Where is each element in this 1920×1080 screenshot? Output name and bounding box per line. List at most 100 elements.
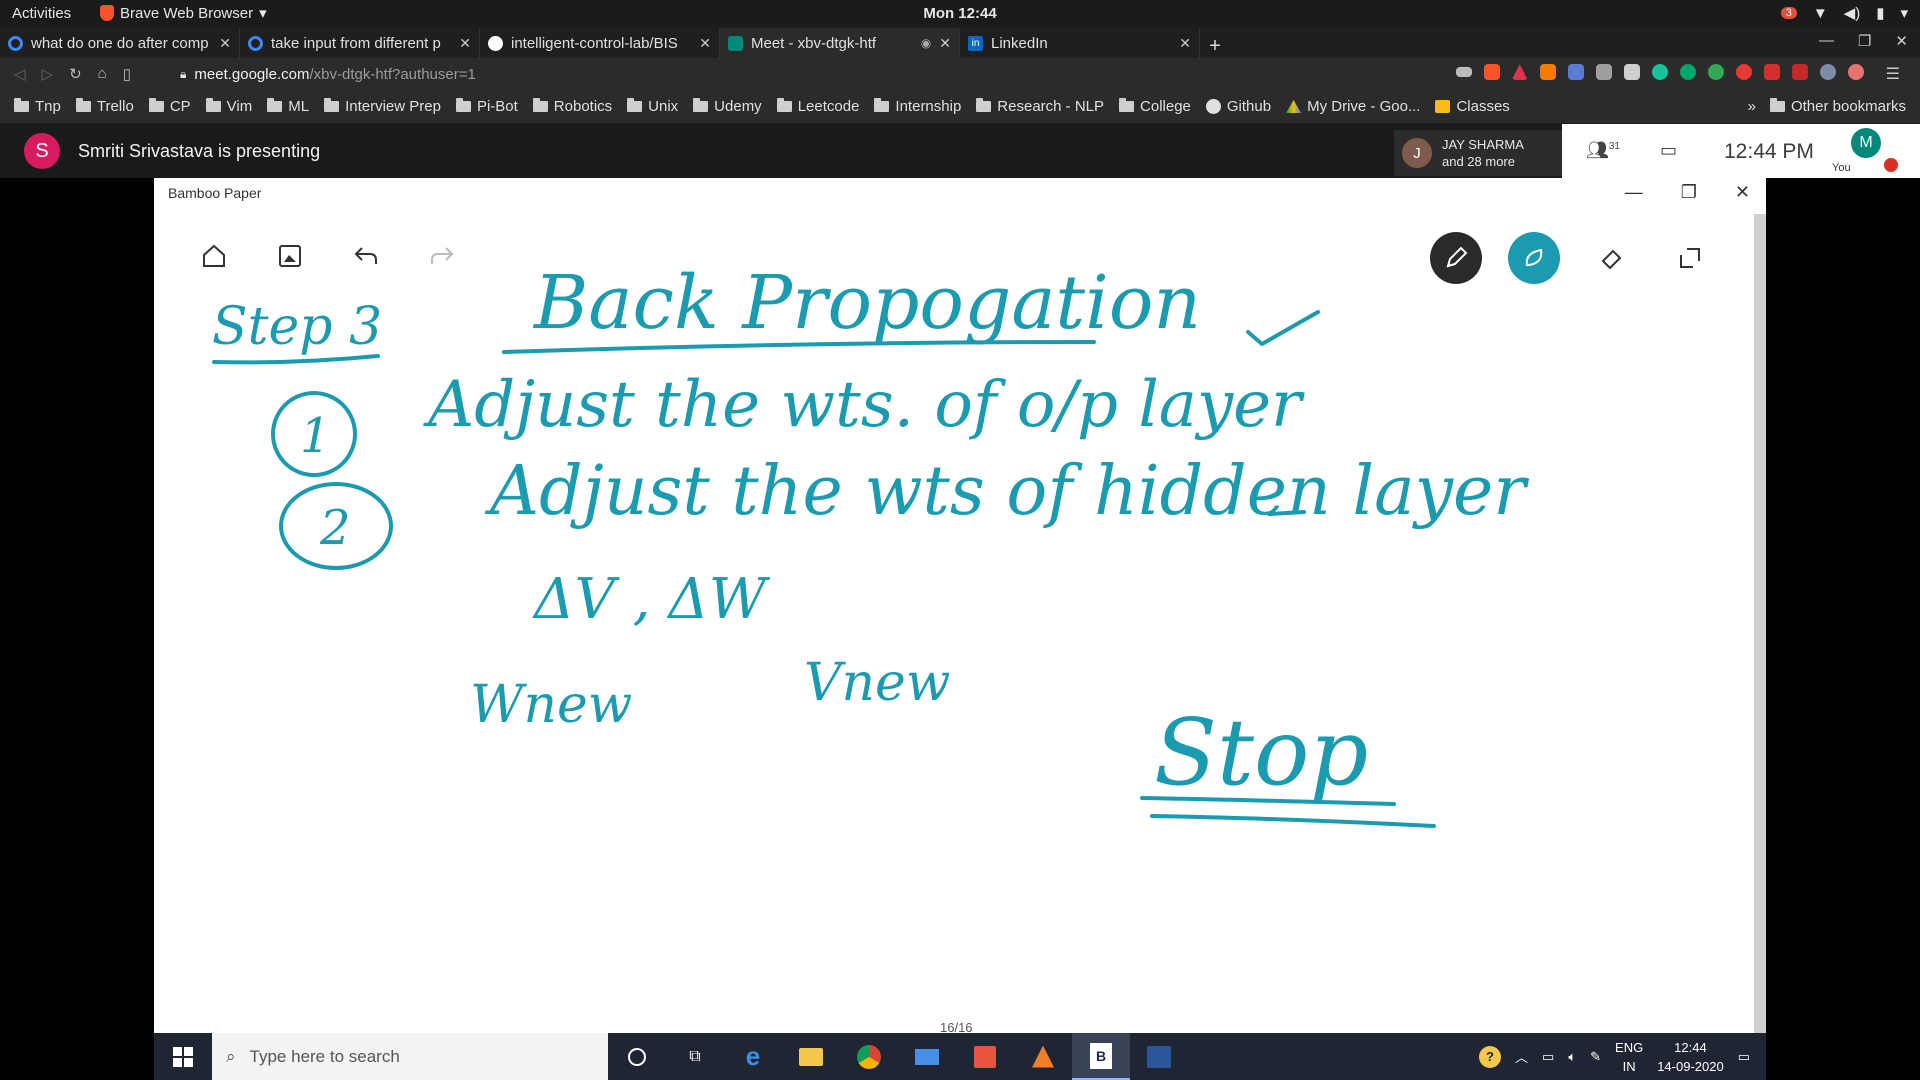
task-view-icon[interactable]: ⧉ [666, 1033, 724, 1080]
bookmark-folder[interactable]: Internship [874, 98, 961, 115]
home-icon[interactable] [198, 240, 230, 272]
participant-preview[interactable]: J JAY SHARMA and 28 more [1394, 130, 1562, 176]
volume-icon[interactable]: 🔈︎ [1568, 1049, 1576, 1065]
bookmark-folder[interactable]: Interview Prep [324, 98, 441, 115]
bamboo-paper-taskbar-icon[interactable]: B [1072, 1033, 1130, 1080]
extension-icon[interactable] [1819, 64, 1836, 80]
taskbar-search[interactable]: ⌕ Type here to search [212, 1033, 608, 1080]
home-icon[interactable]: ⌂ [98, 65, 107, 83]
add-extension-icon[interactable] [1707, 64, 1724, 80]
pen-tool-icon[interactable] [1430, 232, 1482, 284]
extension-icon[interactable] [1623, 64, 1640, 80]
vertical-scrollbar[interactable] [1754, 214, 1766, 1033]
battery-icon[interactable]: ▭ [1542, 1049, 1554, 1065]
activities-button[interactable]: Activities [0, 5, 100, 22]
browser-tab[interactable]: in LinkedIn ✕ [960, 28, 1200, 58]
extension-icon[interactable] [1539, 64, 1556, 80]
new-tab-button[interactable]: + [1200, 35, 1230, 58]
bookmark-link[interactable]: My Drive - Goo... [1286, 98, 1420, 115]
language-indicator[interactable]: ENG IN [1615, 1038, 1643, 1076]
system-clock[interactable]: Mon 12:44 [923, 5, 996, 22]
back-icon[interactable]: ◁ [14, 65, 26, 83]
system-tray[interactable]: 3 ▼ ◀) ▮ ▾ [1780, 4, 1908, 22]
ink-color-icon[interactable] [1508, 232, 1560, 284]
bookmark-folder[interactable]: Tnp [14, 98, 61, 115]
shield-icon[interactable] [1791, 64, 1808, 80]
redo-icon[interactable] [426, 240, 458, 272]
grammarly-icon[interactable] [1651, 64, 1668, 80]
bookmark-link[interactable]: Classes [1435, 98, 1510, 115]
edge-icon[interactable]: e [724, 1033, 782, 1080]
bookmark-folder[interactable]: Pi-Bot [455, 98, 518, 115]
extension-icon[interactable] [1735, 64, 1752, 80]
eraser-icon[interactable] [1586, 242, 1638, 274]
menu-icon[interactable]: ☰ [1886, 64, 1900, 84]
folder-icon [1119, 98, 1135, 112]
bookmarks-overflow-button[interactable]: » [1748, 98, 1756, 115]
image-icon[interactable] [274, 240, 306, 272]
undo-icon[interactable] [350, 240, 382, 272]
windows-start-icon[interactable] [154, 1033, 212, 1080]
bookmark-folder[interactable]: Leetcode [776, 98, 859, 115]
bookmark-folder[interactable]: CP [148, 98, 191, 115]
browser-tab[interactable]: intelligent-control-lab/BIS ✕ [480, 28, 720, 58]
grammarly-icon[interactable] [1679, 64, 1696, 80]
file-explorer-icon[interactable] [782, 1033, 840, 1080]
bookmark-folder[interactable]: Research - NLP [976, 98, 1104, 115]
nav-buttons: ◁ ▷ ↻ ⌂ ▯ [0, 65, 180, 83]
other-bookmarks-folder[interactable]: Other bookmarks [1769, 98, 1906, 115]
app-menu[interactable]: Brave Web Browser ▾ [100, 4, 267, 22]
extension-icon[interactable] [1847, 64, 1864, 80]
bookmark-folder[interactable]: Robotics [532, 98, 612, 115]
action-center-icon[interactable]: ▭ [1738, 1049, 1750, 1065]
show-hidden-icons[interactable]: ︿ [1515, 1047, 1528, 1066]
bookmark-icon[interactable]: ▯ [123, 65, 131, 83]
help-icon[interactable]: ? [1479, 1045, 1501, 1068]
browser-tab-active[interactable]: Meet - xbv-dtgk-htf ◉ ✕ [720, 28, 960, 58]
close-tab-icon[interactable]: ✕ [1179, 35, 1191, 52]
close-window-icon[interactable]: ✕ [1895, 32, 1908, 50]
expand-icon[interactable] [1664, 242, 1716, 274]
bookmark-folder[interactable]: Unix [627, 98, 678, 115]
word-icon[interactable] [1130, 1033, 1188, 1080]
search-placeholder: Type here to search [249, 1046, 400, 1066]
close-tab-icon[interactable]: ✕ [459, 35, 471, 52]
self-tile[interactable]: M You [1832, 128, 1898, 174]
minimize-icon[interactable]: — [1819, 32, 1834, 50]
camera-icon[interactable] [1455, 67, 1472, 77]
bookmark-folder[interactable]: ML [267, 98, 309, 115]
address-bar[interactable]: 🔒︎ meet.google.com /xbv-dtgk-htf?authuse… [180, 66, 1380, 83]
bookmark-folder[interactable]: College [1119, 98, 1191, 115]
bookmark-folder[interactable]: Udemy [693, 98, 762, 115]
brave-shields-icon[interactable] [1483, 64, 1500, 80]
reload-icon[interactable]: ↻ [69, 65, 82, 83]
close-icon[interactable]: ✕ [1735, 182, 1750, 203]
handwriting-canvas[interactable]: Step 3 Back Propogation 1 Adjust the wts… [154, 214, 1754, 1033]
close-tab-icon[interactable]: ✕ [939, 35, 951, 52]
browser-tab[interactable]: take input from different p ✕ [240, 28, 480, 58]
taskbar-clock[interactable]: 12:44 14-09-2020 [1657, 1038, 1724, 1076]
office-icon[interactable] [956, 1033, 1014, 1080]
browser-tab[interactable]: what do one do after comp ✕ [0, 28, 240, 58]
restore-icon[interactable]: ❐ [1858, 32, 1871, 50]
bookmark-folder[interactable]: Vim [205, 98, 252, 115]
cortana-icon[interactable] [608, 1033, 666, 1080]
bookmark-folder[interactable]: Trello [75, 98, 134, 115]
bookmark-link[interactable]: Github [1205, 98, 1271, 115]
forward-icon[interactable]: ▷ [42, 65, 54, 83]
extension-icon[interactable] [1763, 64, 1780, 80]
mail-icon[interactable] [898, 1033, 956, 1080]
minimize-icon[interactable]: — [1625, 182, 1643, 203]
chrome-icon[interactable] [840, 1033, 898, 1080]
pen-icon[interactable]: ✎ [1590, 1049, 1601, 1065]
close-tab-icon[interactable]: ✕ [219, 35, 231, 52]
matlab-icon[interactable] [1014, 1033, 1072, 1080]
translate-icon[interactable] [1567, 64, 1584, 80]
brave-rewards-icon[interactable] [1511, 64, 1528, 80]
chat-icon[interactable]: ▭ [1660, 140, 1677, 161]
extension-icon[interactable] [1595, 64, 1612, 80]
close-tab-icon[interactable]: ✕ [699, 35, 711, 52]
people-button[interactable]: 👥︎31 [1586, 140, 1620, 161]
notification-badge[interactable]: 3 [1780, 7, 1797, 19]
restore-icon[interactable]: ❐ [1681, 182, 1697, 203]
